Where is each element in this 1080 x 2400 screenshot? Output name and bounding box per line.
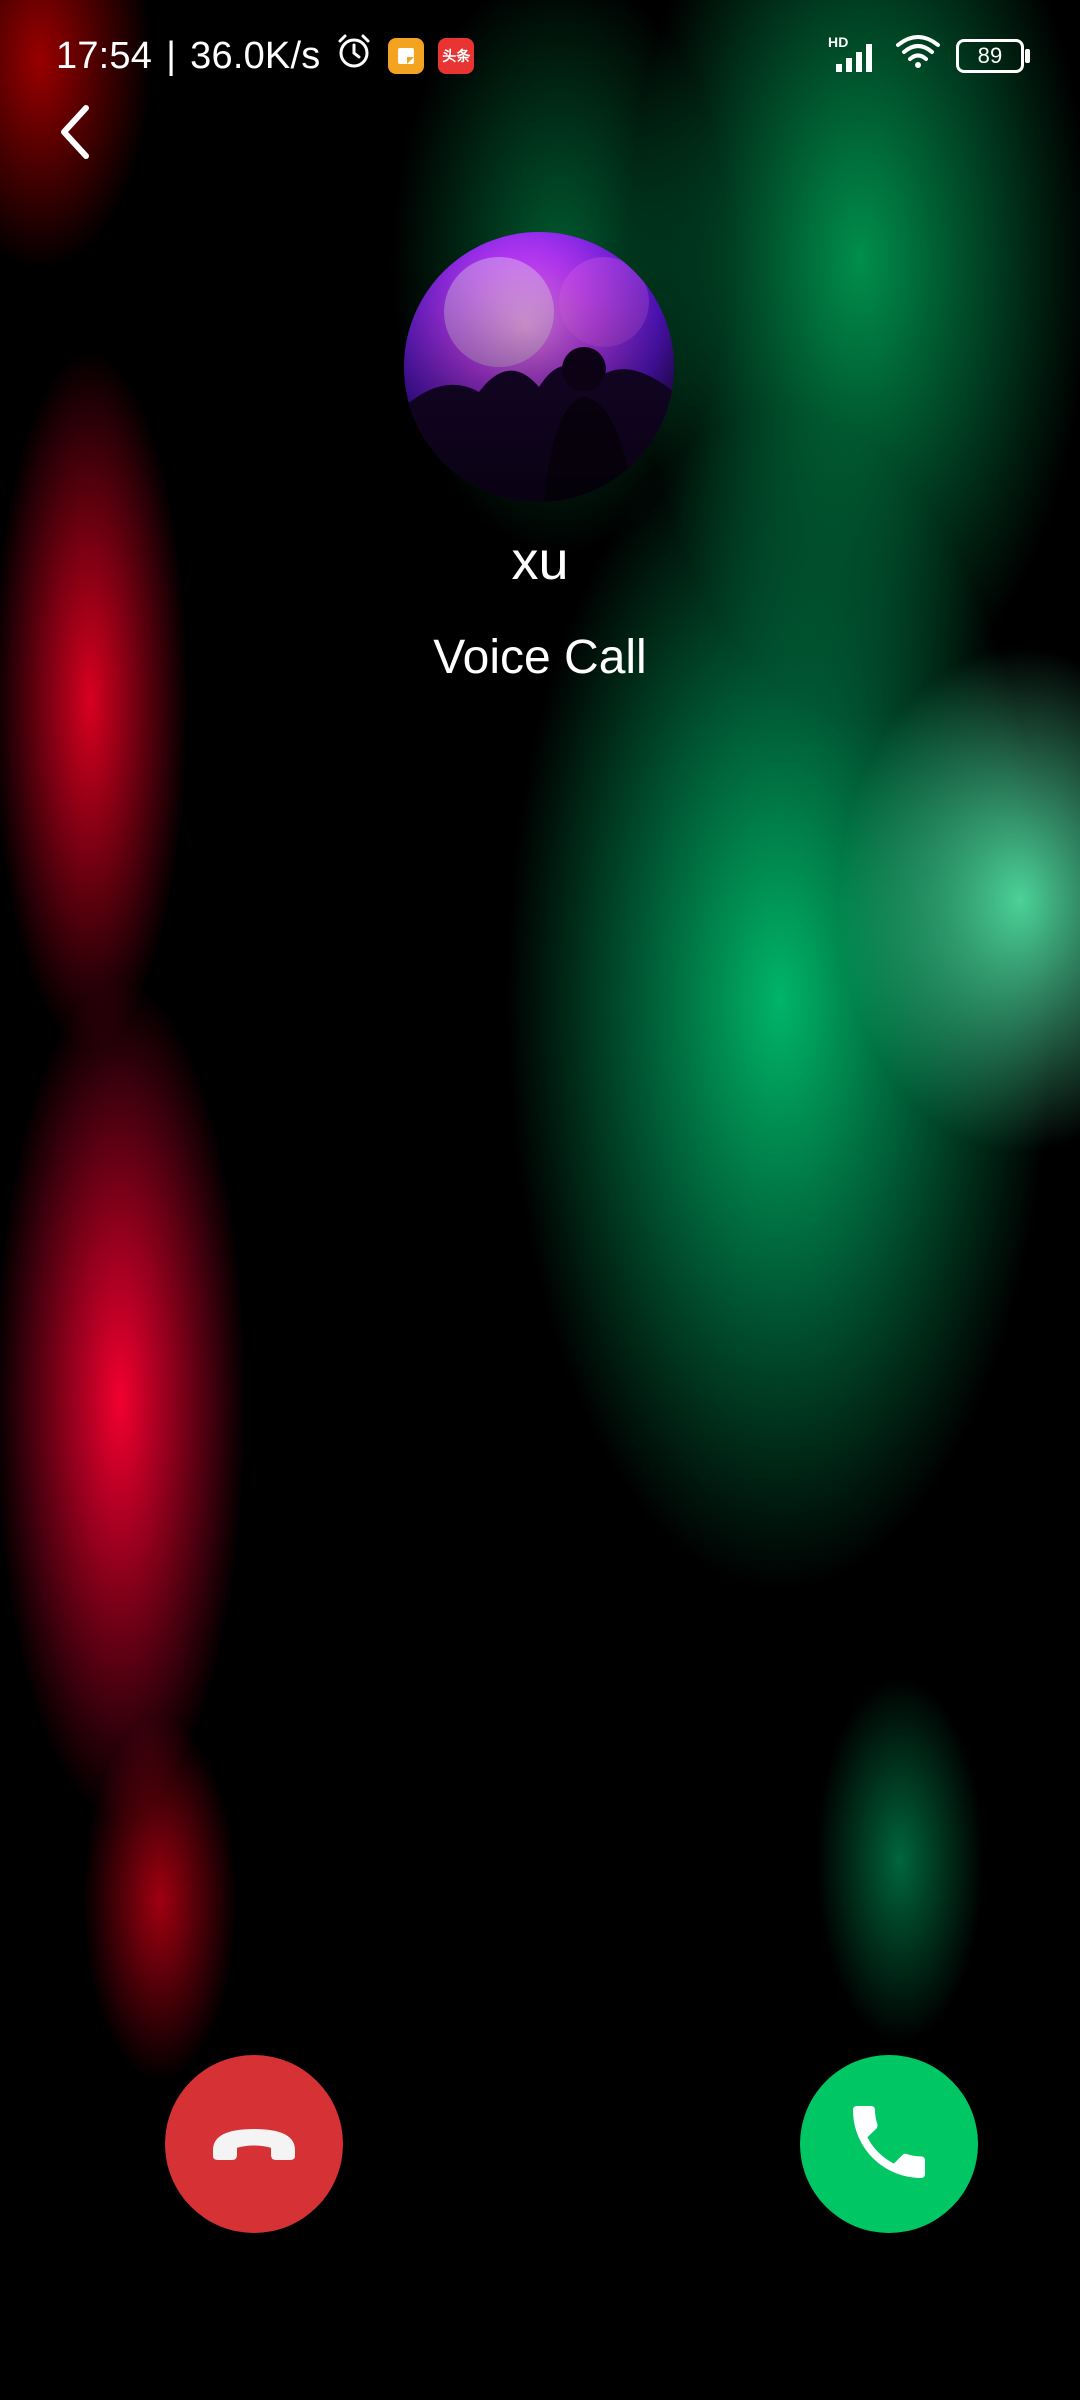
status-right: HD 89	[828, 31, 1030, 81]
chevron-left-icon	[56, 102, 96, 167]
network-speed: 36.0K/s	[190, 34, 321, 77]
wifi-icon	[894, 31, 942, 81]
toutiao-app-icon: 头条	[438, 38, 475, 74]
signal-icon: HD	[828, 34, 880, 76]
incoming-call-screen: 17:54 | 36.0K/s 头条 HD 89 xu Voice Call	[0, 0, 1080, 2400]
battery-level: 89	[977, 43, 1003, 68]
alarm-icon	[334, 31, 374, 81]
status-bar: 17:54 | 36.0K/s 头条 HD 89	[0, 0, 1080, 112]
back-button[interactable]	[40, 98, 112, 170]
caller-name: xu	[511, 531, 569, 591]
notes-app-icon	[388, 38, 425, 74]
status-left: 17:54 | 36.0K/s 头条	[56, 31, 475, 81]
phone-icon	[841, 2094, 937, 2195]
accept-call-button[interactable]	[800, 2055, 978, 2233]
decline-call-button[interactable]	[165, 2055, 343, 2233]
status-time: 17:54	[56, 34, 153, 77]
caller-avatar	[404, 232, 674, 502]
status-separator: |	[166, 34, 177, 77]
call-type-label: Voice Call	[433, 631, 647, 684]
battery-indicator: 89	[956, 39, 1030, 73]
hang-up-icon	[208, 2122, 300, 2167]
